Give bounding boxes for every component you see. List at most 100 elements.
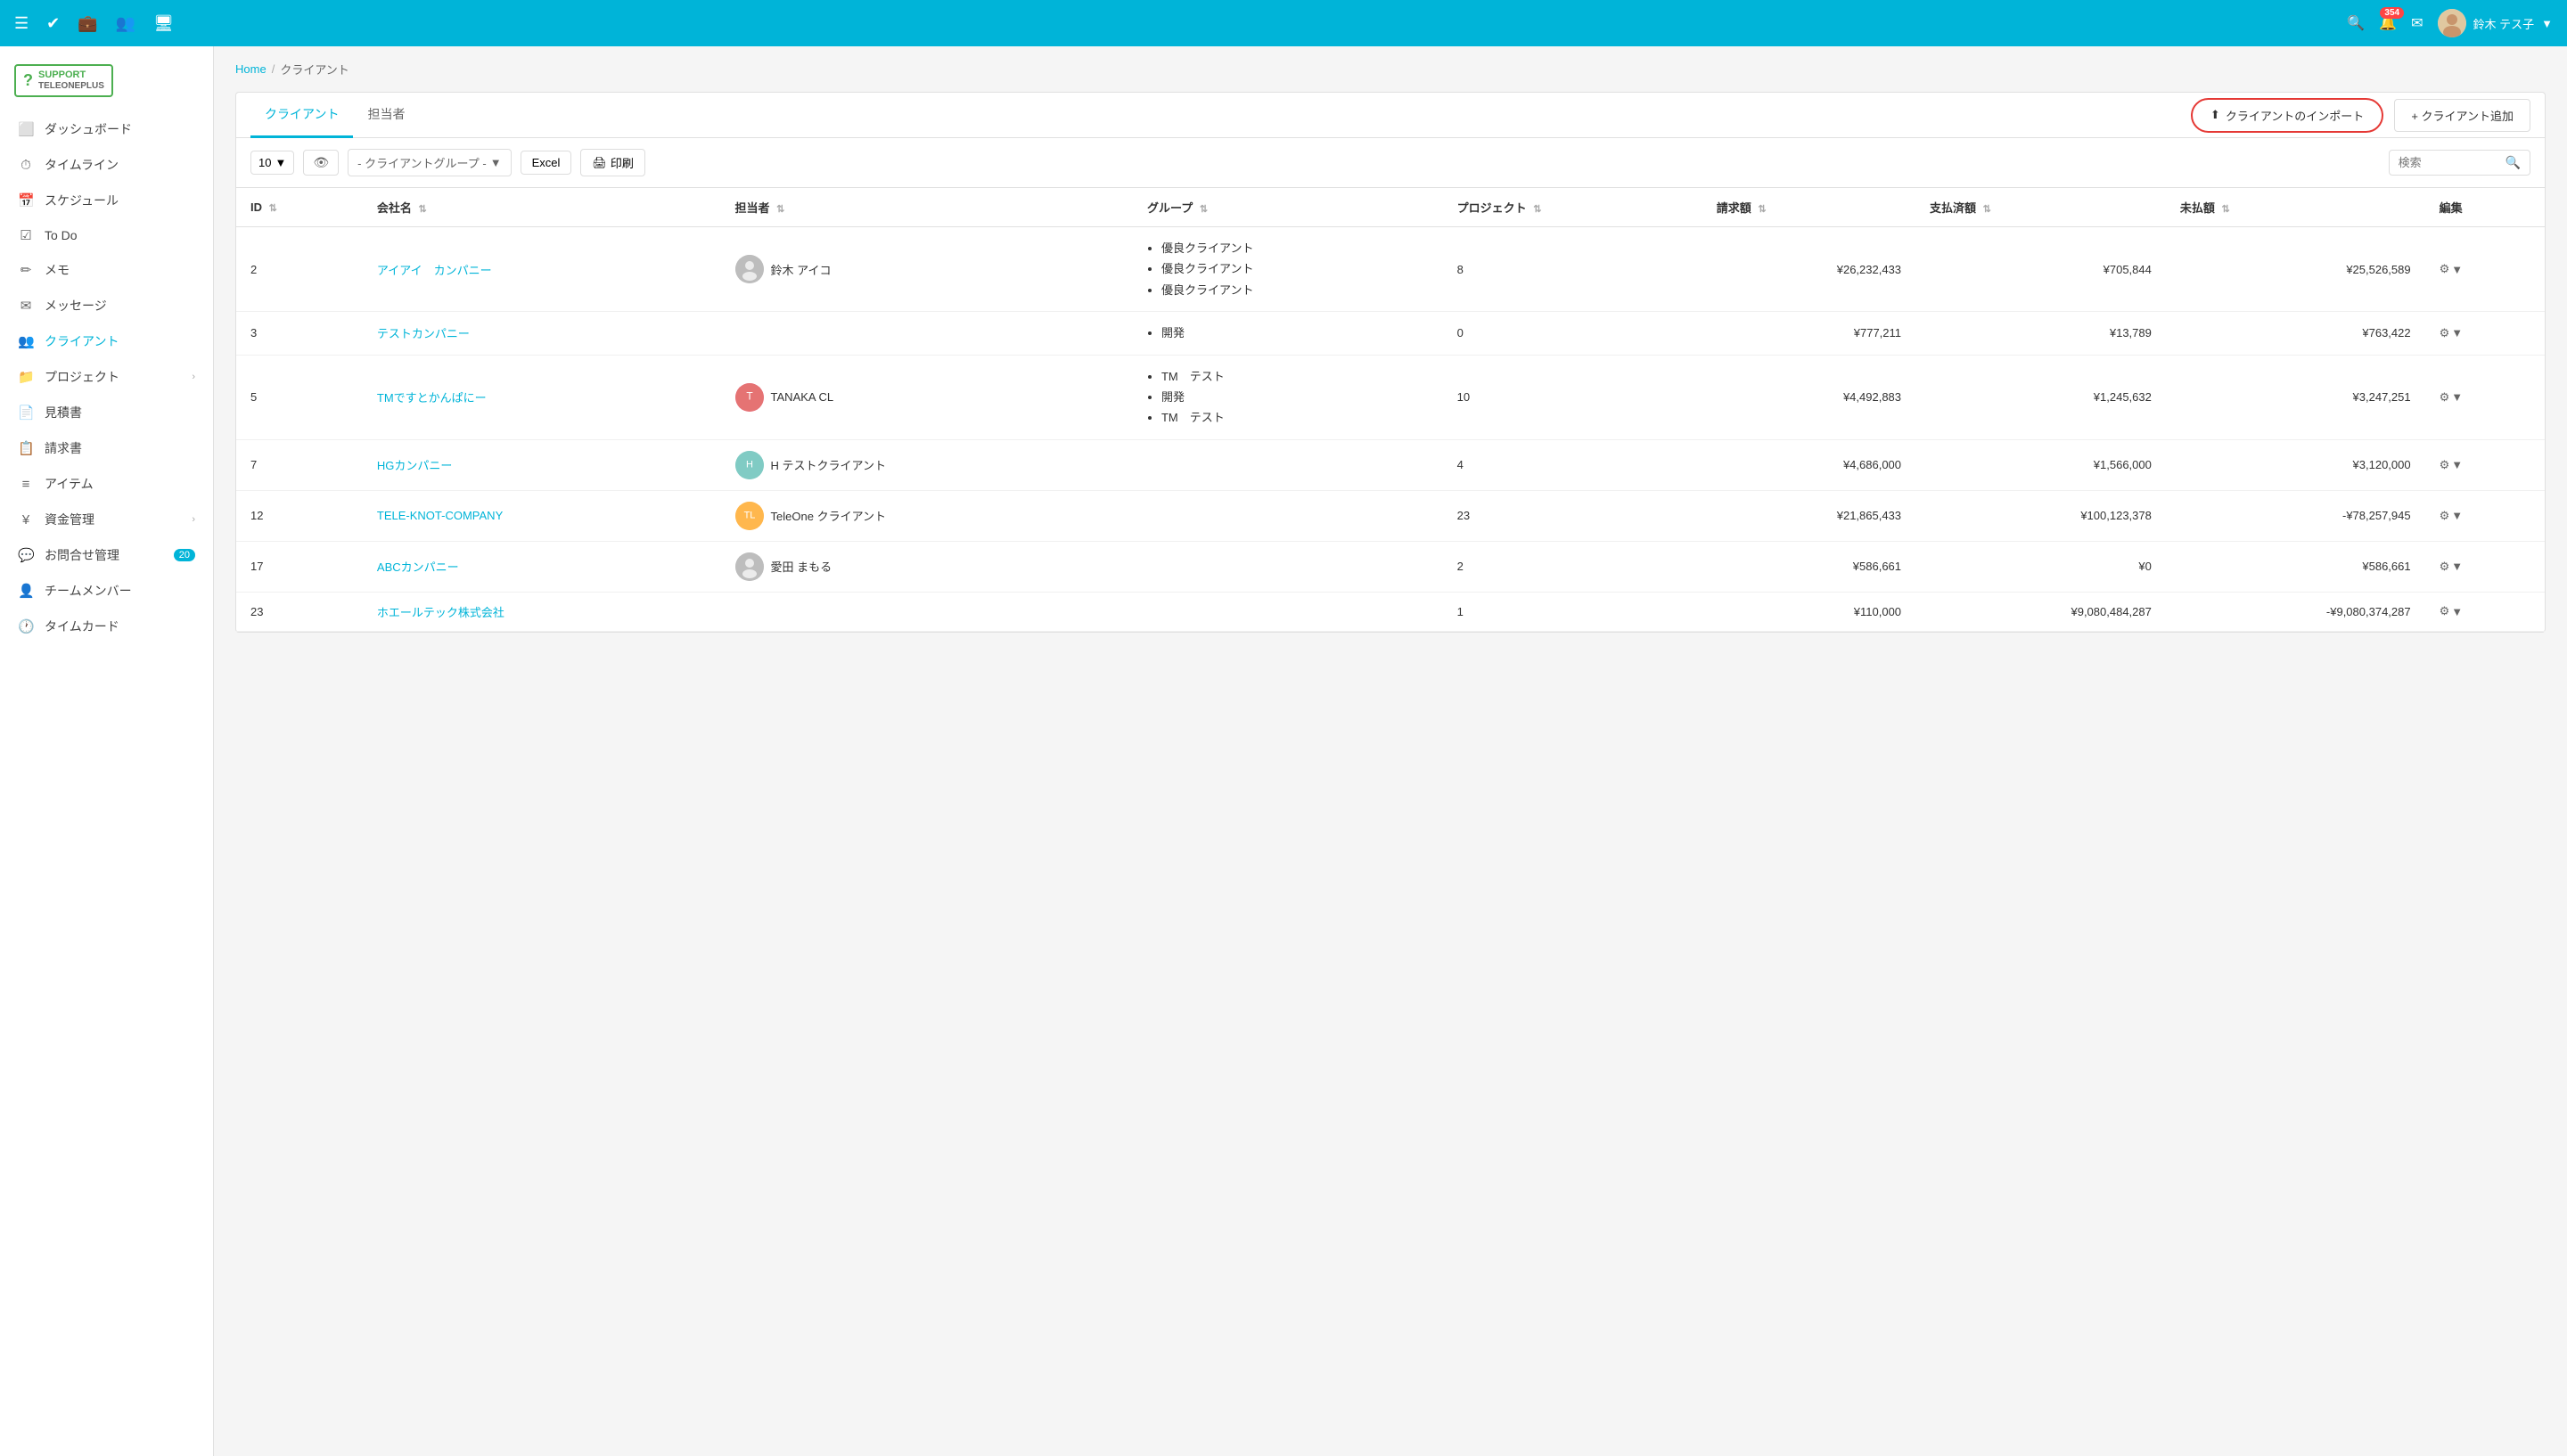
sidebar-item-timecard[interactable]: 🕐 タイムカード	[0, 609, 213, 644]
edit-gear-button[interactable]: ⚙▼	[2440, 390, 2530, 405]
search-box[interactable]: 🔍	[2389, 150, 2530, 176]
sidebar-item-todo[interactable]: ☑ To Do	[0, 218, 213, 252]
sidebar-item-timeline[interactable]: ⏱ タイムライン	[0, 147, 213, 183]
row-edit[interactable]: ⚙▼	[2425, 592, 2545, 631]
company-link[interactable]: TELE-KNOT-COMPANY	[377, 509, 503, 522]
row-edit[interactable]: ⚙▼	[2425, 312, 2545, 355]
briefcase-icon[interactable]: 💼	[78, 14, 97, 33]
user-dropdown-icon: ▼	[2541, 17, 2553, 30]
company-link[interactable]: TMですとかんぱにー	[377, 391, 487, 405]
row-company[interactable]: TMですとかんぱにー	[363, 355, 721, 439]
sidebar-item-client[interactable]: 👥 クライアント	[0, 323, 213, 359]
team-icon: 👤	[18, 583, 34, 599]
sidebar-item-schedule[interactable]: 📅 スケジュール	[0, 183, 213, 218]
mail-icon[interactable]: ✉	[2411, 14, 2423, 32]
filter-button[interactable]: 👁	[303, 150, 339, 176]
company-link[interactable]: アイアイ カンパニー	[377, 264, 492, 277]
add-client-button[interactable]: + クライアント追加	[2394, 99, 2530, 132]
sort-group-icon[interactable]: ⇅	[1200, 204, 1208, 215]
print-label: 印刷	[611, 154, 634, 171]
row-manager: TTANAKA CL	[721, 355, 1133, 439]
print-button[interactable]: 🖨 印刷	[580, 149, 645, 176]
edit-gear-button[interactable]: ⚙▼	[2440, 604, 2530, 618]
sidebar-item-items[interactable]: ≡ アイテム	[0, 466, 213, 502]
search-nav-icon[interactable]: 🔍	[2347, 14, 2365, 32]
per-page-value: 10	[258, 156, 271, 169]
sort-manager-icon[interactable]: ⇅	[776, 204, 784, 215]
monitor-icon[interactable]: 🖥	[153, 14, 174, 33]
company-link[interactable]: ABCカンパニー	[377, 560, 459, 574]
logo: ? SUPPORT TELEONEPLUS	[0, 55, 213, 111]
company-link[interactable]: テストカンパニー	[377, 327, 470, 340]
table-row: 2アイアイ カンパニー鈴木 アイコ優良クライアント優良クライアント優良クライアン…	[236, 227, 2545, 312]
edit-dropdown-icon: ▼	[2451, 326, 2463, 339]
todo-icon: ☑	[18, 227, 34, 243]
edit-gear-button[interactable]: ⚙▼	[2440, 326, 2530, 340]
project-arrow-icon: ›	[192, 372, 195, 382]
search-input[interactable]	[2399, 156, 2505, 169]
assignee-cell: HH テストクライアント	[735, 451, 1119, 479]
notification-icon[interactable]: 🔔 354	[2379, 14, 2397, 32]
excel-button[interactable]: Excel	[521, 151, 572, 175]
add-label: + クライアント追加	[2411, 107, 2514, 124]
table-row: 23ホエールテック株式会社1¥110,000¥9,080,484,287-¥9,…	[236, 592, 2545, 631]
row-company[interactable]: ABCカンパニー	[363, 541, 721, 592]
group-select[interactable]: - クライアントグループ - ▼	[348, 149, 511, 176]
row-company[interactable]: ホエールテック株式会社	[363, 592, 721, 631]
row-invoice: ¥4,686,000	[1702, 439, 1915, 490]
sort-invoice-icon[interactable]: ⇅	[1758, 204, 1766, 215]
sidebar-item-inquiry[interactable]: 💬 お問合せ管理 20	[0, 537, 213, 573]
tab-client[interactable]: クライアント	[250, 93, 353, 138]
row-edit[interactable]: ⚙▼	[2425, 355, 2545, 439]
sidebar-item-invoice[interactable]: 📋 請求書	[0, 430, 213, 466]
row-company[interactable]: アイアイ カンパニー	[363, 227, 721, 312]
sidebar-item-estimate[interactable]: 📄 見積書	[0, 395, 213, 430]
row-company[interactable]: TELE-KNOT-COMPANY	[363, 490, 721, 541]
row-edit[interactable]: ⚙▼	[2425, 227, 2545, 312]
sort-project-icon[interactable]: ⇅	[1533, 204, 1541, 215]
sidebar-item-dashboard[interactable]: ⬜ ダッシュボード	[0, 111, 213, 147]
edit-gear-button[interactable]: ⚙▼	[2440, 560, 2530, 574]
breadcrumb-separator: /	[272, 62, 275, 76]
edit-gear-button[interactable]: ⚙▼	[2440, 509, 2530, 523]
group-item: 開発	[1161, 387, 1429, 407]
sidebar-item-memo[interactable]: ✏ メモ	[0, 252, 213, 288]
company-link[interactable]: HGカンパニー	[377, 459, 453, 472]
group-item: 優良クライアント	[1161, 258, 1429, 279]
nav-left: ☰ ✔ 💼 👥 🖥	[14, 14, 2329, 33]
row-paid: ¥705,844	[1915, 227, 2166, 312]
edit-gear-button[interactable]: ⚙▼	[2440, 262, 2530, 276]
sort-company-icon[interactable]: ⇅	[419, 204, 427, 215]
hamburger-icon[interactable]: ☰	[14, 14, 29, 33]
per-page-select[interactable]: 10 ▼	[250, 151, 294, 175]
client-icon: 👥	[18, 333, 34, 349]
sidebar-item-project[interactable]: 📁 プロジェクト ›	[0, 359, 213, 395]
import-button[interactable]: ⬆ クライアントのインポート	[2191, 98, 2383, 133]
tab-manager[interactable]: 担当者	[353, 93, 419, 138]
row-edit[interactable]: ⚙▼	[2425, 541, 2545, 592]
row-id: 5	[236, 355, 363, 439]
row-unpaid: -¥9,080,374,287	[2166, 592, 2425, 631]
sidebar-item-message[interactable]: ✉ メッセージ	[0, 288, 213, 323]
breadcrumb-home[interactable]: Home	[235, 62, 267, 76]
sidebar-label-client: クライアント	[45, 332, 119, 350]
user-menu[interactable]: 鈴木 テス子 ▼	[2438, 9, 2554, 37]
row-company[interactable]: テストカンパニー	[363, 312, 721, 355]
row-company[interactable]: HGカンパニー	[363, 439, 721, 490]
row-edit[interactable]: ⚙▼	[2425, 439, 2545, 490]
sidebar: ? SUPPORT TELEONEPLUS ⬜ ダッシュボード ⏱ タイムライン…	[0, 46, 214, 1456]
people-icon[interactable]: 👥	[116, 14, 135, 33]
sidebar-label-invoice: 請求書	[45, 439, 82, 457]
sidebar-item-team[interactable]: 👤 チームメンバー	[0, 573, 213, 609]
row-projects: 1	[1443, 592, 1702, 631]
row-edit[interactable]: ⚙▼	[2425, 490, 2545, 541]
sort-unpaid-icon[interactable]: ⇅	[2222, 204, 2230, 215]
edit-gear-button[interactable]: ⚙▼	[2440, 458, 2530, 472]
sort-id-icon[interactable]: ⇅	[269, 203, 277, 214]
table-body: 2アイアイ カンパニー鈴木 アイコ優良クライアント優良クライアント優良クライアン…	[236, 227, 2545, 632]
sort-paid-icon[interactable]: ⇅	[1983, 204, 1991, 215]
tasks-icon[interactable]: ✔	[46, 14, 60, 33]
row-manager	[721, 592, 1133, 631]
company-link[interactable]: ホエールテック株式会社	[377, 606, 504, 619]
sidebar-item-finance[interactable]: ¥ 資金管理 ›	[0, 502, 213, 537]
